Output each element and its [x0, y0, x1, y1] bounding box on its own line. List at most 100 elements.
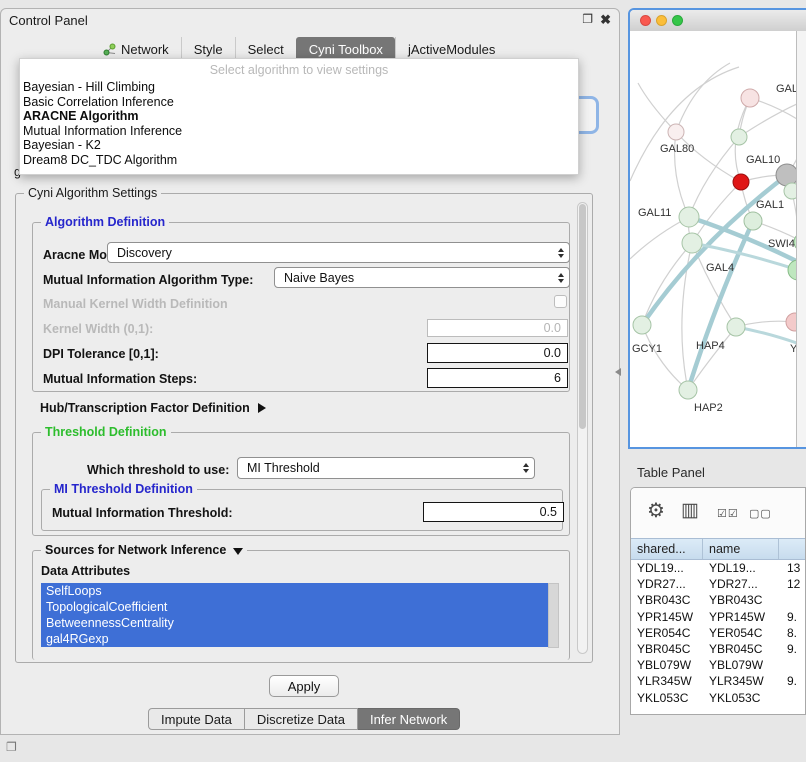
algorithm-option[interactable]: ARACNE Algorithm — [20, 109, 578, 124]
control-panel-titlebar: Control Panel ❐ ✖ — [1, 9, 619, 31]
network-node[interactable] — [633, 316, 651, 334]
node-label: GAL11 — [638, 207, 671, 219]
apply-button[interactable]: Apply — [269, 675, 339, 697]
algorithm-option[interactable]: Bayesian - K2 — [20, 138, 578, 153]
manual-kernel-checkbox[interactable] — [554, 295, 567, 308]
table-cell: 9. — [779, 641, 805, 657]
table-cell — [779, 592, 805, 608]
network-node[interactable] — [668, 124, 684, 140]
sources-title: Sources for Network Inference — [45, 543, 226, 557]
scrollbar-thumb[interactable] — [579, 204, 586, 429]
table-row[interactable]: YDR27...YDR27...12 — [631, 576, 805, 592]
table-cell: YLR345W — [703, 673, 779, 689]
algorithm-option[interactable]: Basic Correlation Inference — [20, 95, 578, 110]
threshold-definition-group: Threshold Definition Which threshold to … — [32, 432, 570, 536]
bottom-tab-infer-network[interactable]: Infer Network — [358, 708, 460, 730]
table-row[interactable]: YDL19...YDL19...13 — [631, 560, 805, 576]
hub-definition-toggle[interactable]: Hub/Transcription Factor Definition — [40, 401, 266, 415]
algorithm-option[interactable]: Dream8 DC_TDC Algorithm — [20, 153, 578, 168]
network-canvas[interactable]: GALGAL80GAL10GAL11GAL1SWI4GAL4GCY1HAP4YH… — [630, 31, 798, 449]
table-row[interactable]: YBR045CYBR045C9. — [631, 641, 805, 657]
network-vertical-scrollbar[interactable] — [796, 31, 806, 447]
network-node[interactable] — [733, 174, 749, 190]
table-row[interactable]: YKL053CYKL053C — [631, 690, 805, 706]
aracne-mode-select[interactable]: Discovery — [107, 242, 570, 263]
attribute-item[interactable]: BetweennessCentrality — [41, 615, 548, 631]
network-edge[interactable] — [630, 67, 739, 181]
table-row[interactable]: YBR043CYBR043C — [631, 592, 805, 608]
column-header[interactable]: shared... — [631, 539, 703, 559]
network-edge[interactable] — [630, 217, 689, 259]
network-view-window: GALGAL80GAL10GAL11GAL1SWI4GAL4GCY1HAP4YH… — [628, 8, 806, 449]
column-header[interactable]: name — [703, 539, 779, 559]
table-row[interactable]: YPR145WYPR145W9. — [631, 609, 805, 625]
mi-steps-field[interactable] — [427, 368, 568, 388]
mi-threshold-field[interactable] — [423, 502, 564, 522]
network-edge[interactable] — [688, 327, 736, 390]
settings-gear-icon[interactable]: ⚙ — [647, 498, 665, 523]
network-node[interactable] — [679, 207, 699, 227]
close-window-icon[interactable]: ✖ — [600, 12, 611, 28]
data-attributes-label: Data Attributes — [41, 564, 130, 578]
stepper-arrows-icon — [558, 248, 564, 258]
network-node[interactable] — [682, 233, 702, 253]
aracne-mode-value: Discovery — [117, 246, 172, 260]
attribute-item[interactable]: TopologicalCoefficient — [41, 599, 548, 615]
table-cell: YBR045C — [631, 641, 703, 657]
table-cell: 12 — [779, 576, 805, 592]
network-node[interactable] — [727, 318, 745, 336]
mi-threshold-group: MI Threshold Definition Mutual Informati… — [41, 489, 563, 531]
mi-type-label: Mutual Information Algorithm Type: — [43, 273, 253, 287]
table-row[interactable]: YLR345WYLR345W9. — [631, 673, 805, 689]
mi-steps-label: Mutual Information Steps: — [43, 372, 197, 386]
restore-panel-icon[interactable]: ❐ — [6, 740, 17, 754]
expanded-arrow-icon — [233, 548, 243, 555]
show-columns-icon[interactable]: ▥ — [681, 499, 699, 522]
column-header[interactable] — [779, 539, 805, 559]
network-window-titlebar — [630, 10, 806, 32]
attributes-list-scrollbar[interactable] — [548, 583, 559, 648]
bottom-tab-impute-data[interactable]: Impute Data — [148, 708, 245, 730]
data-attributes-list[interactable]: SelfLoopsTopologicalCoefficientBetweenne… — [41, 583, 548, 647]
algorithm-dropdown-list: Bayesian - Hill ClimbingBasic Correlatio… — [20, 80, 578, 168]
bottom-tabs: Impute DataDiscretize DataInfer Network — [148, 708, 460, 730]
network-node[interactable] — [744, 212, 762, 230]
zoom-traffic-light-icon[interactable] — [672, 15, 683, 26]
node-label: HAP4 — [696, 340, 725, 352]
mi-type-select[interactable]: Naive Bayes — [274, 267, 570, 288]
settings-scrollbar[interactable] — [577, 202, 588, 654]
sources-title-toggle[interactable]: Sources for Network Inference — [41, 543, 247, 557]
clear-columns-icon[interactable]: ▢▢ — [749, 507, 772, 520]
dpi-tolerance-field[interactable] — [427, 343, 568, 363]
close-traffic-light-icon[interactable] — [640, 15, 651, 26]
network-node[interactable] — [741, 89, 759, 107]
bottom-tab-discretize-data[interactable]: Discretize Data — [245, 708, 358, 730]
table-cell: YBR045C — [703, 641, 779, 657]
network-node[interactable] — [731, 129, 747, 145]
table-cell: YKL053C — [703, 690, 779, 706]
splitter-collapse-icon[interactable] — [615, 368, 621, 376]
network-edge[interactable] — [642, 175, 787, 325]
network-edge[interactable] — [638, 83, 676, 132]
sources-group: Sources for Network Inference Data Attri… — [32, 550, 570, 660]
algorithm-option[interactable]: Mutual Information Inference — [20, 124, 578, 139]
network-edge[interactable] — [642, 325, 688, 390]
table-body: YDL19...YDL19...13YDR27...YDR27...12YBR0… — [631, 560, 805, 714]
select-all-columns-icon[interactable]: ☑☑ — [717, 507, 739, 520]
float-window-icon[interactable]: ❐ — [582, 12, 593, 26]
attribute-item[interactable]: SelfLoops — [41, 583, 548, 599]
table-cell: YBL079W — [631, 657, 703, 673]
attribute-item[interactable]: gal4RGexp — [41, 631, 548, 647]
table-row[interactable]: YER054CYER054C8. — [631, 625, 805, 641]
algorithm-option[interactable]: Bayesian - Hill Climbing — [20, 80, 578, 95]
table-cell: YDL19... — [631, 560, 703, 576]
which-threshold-select[interactable]: MI Threshold — [237, 457, 535, 479]
network-node[interactable] — [776, 164, 798, 186]
table-row[interactable]: YBL079WYBL079W — [631, 657, 805, 673]
cyni-settings-title: Cyni Algorithm Settings — [24, 186, 161, 200]
minimize-traffic-light-icon[interactable] — [656, 15, 667, 26]
network-node[interactable] — [679, 381, 697, 399]
window-title: Control Panel — [9, 13, 88, 28]
dpi-tolerance-label: DPI Tolerance [0,1]: — [43, 347, 159, 361]
network-edge[interactable] — [736, 327, 798, 347]
